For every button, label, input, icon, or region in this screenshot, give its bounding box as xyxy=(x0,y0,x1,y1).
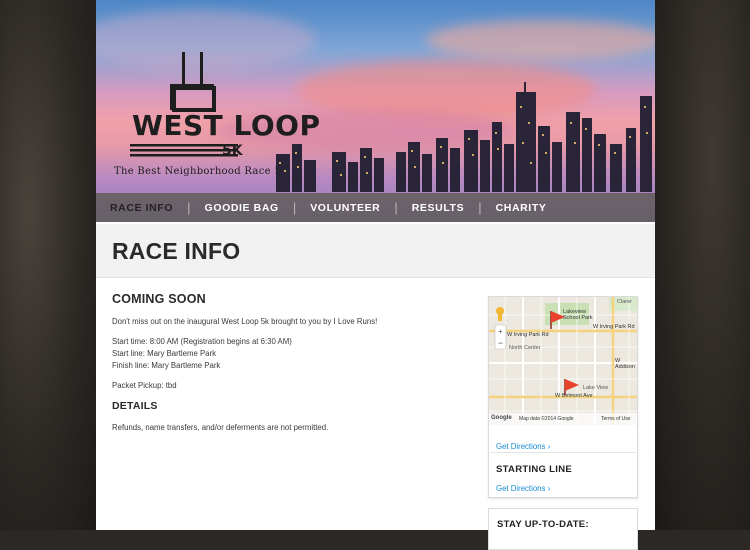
starting-line-block: STARTING LINE Get Directions › xyxy=(496,464,572,496)
nav-item-goodie-bag[interactable]: GOODIE BAG xyxy=(191,202,293,214)
schedule-block: Start time: 8:00 AM (Registration begins… xyxy=(112,336,472,372)
svg-text:+: + xyxy=(498,327,503,336)
nav-item-results[interactable]: RESULTS xyxy=(398,202,478,214)
map-label-lake-view: Lake View xyxy=(583,385,609,391)
start-line-text: Start line: Mary Bartleme Park xyxy=(112,349,216,358)
map-terms-link[interactable]: Terms of Use xyxy=(601,416,630,422)
street-view-icon[interactable] xyxy=(496,307,504,315)
get-directions-link[interactable]: Get Directions › xyxy=(496,442,550,451)
map-card: + − Clarer Lakeview School Park W Irving… xyxy=(488,296,638,498)
hero-banner: WEST LOOP 5K The Best Neighborhood Race … xyxy=(96,0,655,222)
stay-up-to-date-heading: STAY UP-TO-DATE: xyxy=(497,519,589,530)
page-title-band: RACE INFO xyxy=(96,224,655,278)
map-label-map-data: Map data ©2014 Google xyxy=(519,416,574,422)
logo-5k: 5K xyxy=(222,143,243,159)
details-text: Refunds, name transfers, and/or defermen… xyxy=(112,423,329,432)
start-time-text: Start time: 8:00 AM (Registration begins… xyxy=(112,337,292,346)
svg-text:−: − xyxy=(498,338,503,348)
map-label-north-center: North Center xyxy=(509,345,541,351)
logo-title: WEST LOOP xyxy=(132,109,321,142)
get-directions-link-2[interactable]: Get Directions › xyxy=(496,484,550,493)
starting-line-heading: STARTING LINE xyxy=(496,464,573,475)
map-label-google: Google xyxy=(491,415,512,421)
finish-line-text: Finish line: Mary Bartleme Park xyxy=(112,361,221,370)
intro-text: Don't miss out on the inaugural West Loo… xyxy=(112,317,378,326)
map-label-irving-park-right: W Irving Park Rd xyxy=(593,324,635,330)
packet-pickup-text: Packet Pickup: tbd xyxy=(112,381,177,390)
map-label-irving-park: W Irving Park Rd xyxy=(507,332,549,338)
map-label-belmont: W Belmont Ave xyxy=(555,393,593,399)
background-right xyxy=(655,0,750,530)
page-container: WEST LOOP 5K The Best Neighborhood Race … xyxy=(96,0,655,550)
background-left xyxy=(0,0,96,530)
cloud xyxy=(426,20,655,60)
logo-tagline: The Best Neighborhood Race ! xyxy=(114,166,279,177)
race-info-content: COMING SOON Don't miss out on the inaugu… xyxy=(112,292,472,442)
nav-item-volunteer[interactable]: VOLUNTEER xyxy=(296,202,394,214)
details-heading: DETAILS xyxy=(112,400,158,412)
map-label-addison: W Addison xyxy=(615,358,635,370)
nav-item-race-info[interactable]: RACE INFO xyxy=(96,202,187,214)
page-title: RACE INFO xyxy=(112,238,241,264)
nav-item-charity[interactable]: CHARITY xyxy=(482,202,561,214)
map-label-lakeview-park: Lakeview School Park xyxy=(563,309,593,321)
coming-soon-heading: COMING SOON xyxy=(112,292,206,306)
card-divider xyxy=(488,452,636,453)
main-nav: RACE INFO | GOODIE BAG | VOLUNTEER | RES… xyxy=(96,193,655,222)
sidebar: + − Clarer Lakeview School Park W Irving… xyxy=(488,296,638,498)
route-map[interactable]: + − Clarer Lakeview School Park W Irving… xyxy=(489,297,637,425)
newsletter-card: STAY UP-TO-DATE: xyxy=(488,508,638,550)
map-label-clarendon: Clarer xyxy=(617,299,632,305)
